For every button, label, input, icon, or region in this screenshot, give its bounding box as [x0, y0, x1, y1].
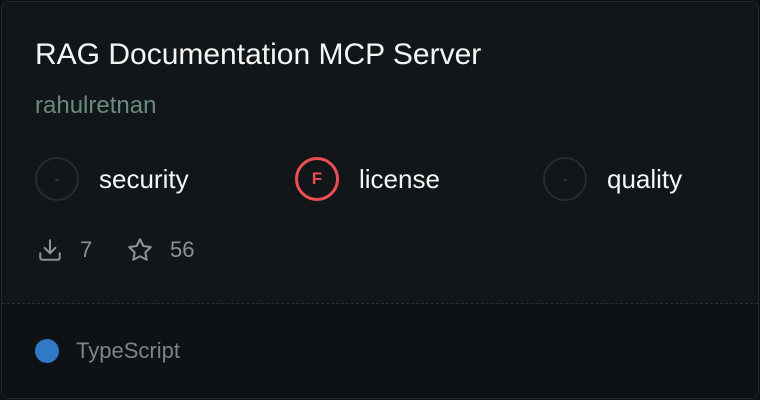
language-tag: TypeScript	[35, 338, 180, 364]
downloads-count: 7	[80, 237, 93, 262]
quality-label: quality	[607, 163, 683, 194]
stars-stat: 56	[126, 234, 194, 266]
downloads-stat: 7	[37, 234, 92, 266]
stars-count: 56	[170, 237, 195, 262]
download-icon	[39, 239, 61, 261]
security-label: security	[99, 163, 189, 194]
license-label: license	[359, 163, 440, 194]
language-name: TypeScript	[76, 338, 180, 363]
quality-grade-badge: -	[543, 157, 587, 201]
card-footer: TypeScript	[2, 303, 758, 398]
quality-score: - quality	[543, 154, 682, 204]
star-icon	[128, 238, 152, 261]
security-score: - security	[35, 154, 189, 204]
server-title[interactable]: RAG Documentation MCP Server	[35, 35, 481, 75]
server-author[interactable]: rahulretnan	[35, 90, 156, 122]
server-card[interactable]: RAG Documentation MCP Server rahulretnan…	[1, 1, 759, 399]
license-score: F license	[295, 154, 440, 204]
language-color-dot	[35, 339, 59, 363]
security-grade-badge: -	[35, 157, 79, 201]
license-grade-badge: F	[295, 157, 339, 201]
